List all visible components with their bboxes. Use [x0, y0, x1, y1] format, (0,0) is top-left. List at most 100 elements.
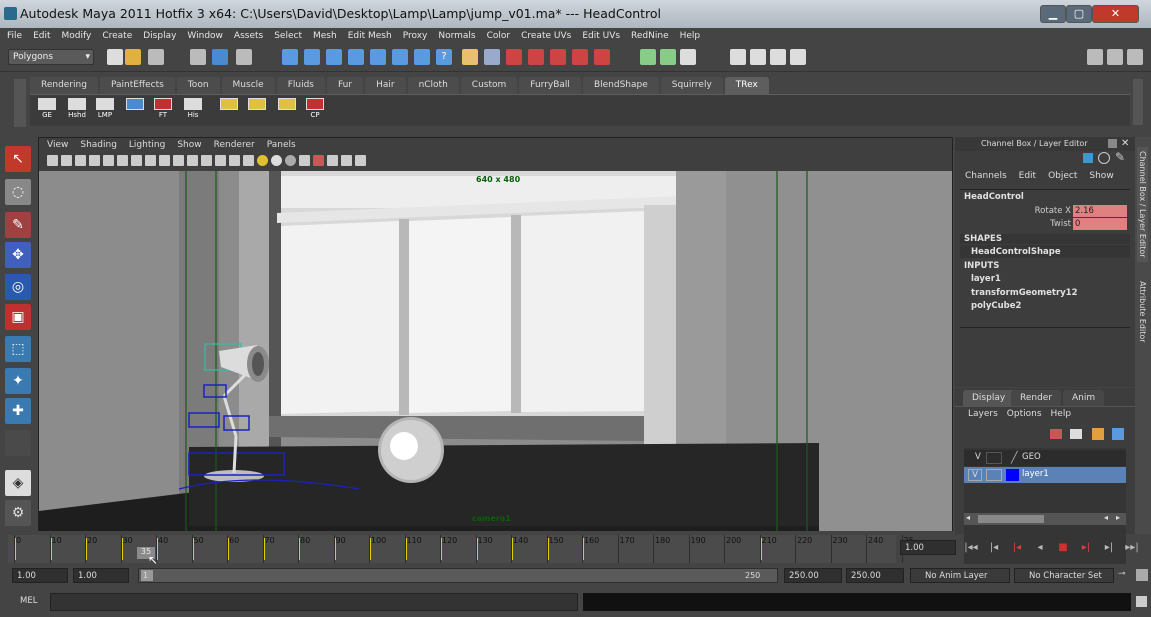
wireframe-on-shaded-icon[interactable]: [229, 155, 240, 166]
scroll-left-icon[interactable]: ◂: [966, 513, 970, 522]
new-layer-icon[interactable]: [1050, 429, 1062, 439]
layer-visibility-toggle[interactable]: V: [968, 469, 982, 481]
menu-modify[interactable]: Modify: [62, 28, 92, 44]
menu-rednine[interactable]: RedNine: [631, 28, 669, 44]
ipr-render-icon[interactable]: [528, 49, 544, 65]
menu-assets[interactable]: Assets: [234, 28, 263, 44]
snap-surface-icon[interactable]: [370, 49, 386, 65]
channel-menu-edit[interactable]: Edit: [1019, 171, 1036, 181]
playback-end-field[interactable]: 250.00: [784, 568, 842, 583]
tool-settings-icon[interactable]: [680, 49, 696, 65]
shelf-button-tool-8[interactable]: [274, 98, 300, 124]
viewport-scene[interactable]: 640 x 480 camera1: [39, 171, 952, 531]
shelf-button-tool-3[interactable]: [122, 98, 148, 124]
shelf-tab-ncloth[interactable]: nCloth: [407, 77, 459, 94]
menu-display[interactable]: Display: [143, 28, 176, 44]
attribute-value-field[interactable]: 2.16: [1073, 205, 1127, 217]
step-forward-key-icon[interactable]: ▸|: [1078, 540, 1094, 556]
wireframe-icon[interactable]: [201, 155, 212, 166]
layer-options-icon[interactable]: [1112, 428, 1124, 440]
image-plane-icon[interactable]: [89, 155, 100, 166]
shelf-button-hshd[interactable]: Hshd: [64, 98, 90, 124]
shadows-icon[interactable]: [271, 155, 282, 166]
snap-plane-icon[interactable]: [348, 49, 364, 65]
layer-menu-options[interactable]: Options: [1007, 409, 1042, 419]
show-tool-settings-icon[interactable]: [1107, 49, 1123, 65]
panel-icon[interactable]: [730, 49, 746, 65]
last-tool-icon[interactable]: ✚: [5, 398, 31, 424]
show-channel-box-icon[interactable]: [1127, 49, 1143, 65]
select-tool-icon[interactable]: ↖: [5, 146, 31, 172]
panel-menu-shading[interactable]: Shading: [80, 138, 117, 152]
render-globals-icon[interactable]: [594, 49, 610, 65]
gate-mask-icon[interactable]: [145, 155, 156, 166]
shelf-tab-muscle[interactable]: Muscle: [221, 77, 275, 94]
step-back-key-icon[interactable]: |◂: [1009, 540, 1025, 556]
step-back-icon[interactable]: |◂: [986, 540, 1002, 556]
safe-title-icon[interactable]: [187, 155, 198, 166]
shape-item[interactable]: HeadControlShape: [971, 247, 1061, 257]
layer-playback-toggle[interactable]: [986, 469, 1002, 481]
scale-tool-icon[interactable]: ▣: [5, 304, 31, 330]
shelf-button-cp[interactable]: CP: [302, 98, 328, 124]
select-object-icon[interactable]: [212, 49, 228, 65]
render-current-frame-icon[interactable]: [462, 49, 478, 65]
manipulator-tool-icon[interactable]: ⬚: [5, 336, 31, 362]
layer-menu-layers[interactable]: Layers: [968, 409, 998, 419]
anim-layer-dropdown[interactable]: No Anim Layer: [910, 568, 1010, 583]
textured-icon[interactable]: [243, 155, 254, 166]
input-item[interactable]: layer1: [971, 274, 1001, 284]
camera-attributes-icon[interactable]: [61, 155, 72, 166]
layer-name[interactable]: layer1: [1022, 469, 1049, 479]
new-empty-layer-icon[interactable]: [1070, 429, 1082, 439]
tab-display[interactable]: Display: [963, 390, 1015, 406]
shelf-button-ft[interactable]: FT: [150, 98, 176, 124]
high-quality-icon[interactable]: [285, 155, 296, 166]
shelf-tab-toon[interactable]: Toon: [176, 77, 220, 94]
render-settings-icon[interactable]: [484, 49, 500, 65]
rotate-tool-icon[interactable]: ◎: [5, 274, 31, 300]
input-line-icon[interactable]: [640, 49, 656, 65]
shelf-tab-hair[interactable]: Hair: [365, 77, 406, 94]
share-icon[interactable]: [355, 155, 366, 166]
tab-render[interactable]: Render: [1011, 390, 1062, 406]
help-icon[interactable]: ?: [436, 49, 452, 65]
side-tab-channel-box[interactable]: Channel Box / Layer Editor: [1137, 147, 1148, 262]
float-panel-icon[interactable]: [1108, 139, 1117, 148]
paint-select-tool-icon[interactable]: ✎: [5, 212, 31, 238]
shelf-button-tool-7[interactable]: [244, 98, 270, 124]
step-forward-icon[interactable]: ▸|: [1101, 540, 1117, 556]
channel-menu-show[interactable]: Show: [1089, 171, 1113, 181]
shelf-options-icon[interactable]: [14, 79, 26, 127]
side-tab-attribute-editor[interactable]: Attribute Editor: [1137, 277, 1148, 347]
layer-row-layer1[interactable]: V layer1: [964, 467, 1126, 483]
layer-playback-toggle[interactable]: [986, 452, 1002, 464]
panel-menu-show[interactable]: Show: [177, 138, 201, 152]
minimize-button[interactable]: ▁: [1040, 5, 1066, 23]
panel-menu-renderer[interactable]: Renderer: [214, 138, 255, 152]
attribute-row[interactable]: Rotate X 2.16: [955, 205, 1135, 218]
layer-visibility-toggle[interactable]: V: [975, 452, 981, 462]
history-icon[interactable]: [392, 49, 408, 65]
move-tool-icon[interactable]: ✥: [5, 242, 31, 268]
graph-icon[interactable]: [790, 49, 806, 65]
script-editor-icon[interactable]: [1136, 596, 1147, 607]
safe-action-icon[interactable]: [173, 155, 184, 166]
current-frame-field[interactable]: 1.00: [900, 540, 956, 555]
time-slider[interactable]: 0 10 20 30 40 50 60 70 80 90 100 110 120 130 140 150 160…: [8, 535, 914, 563]
menu-color[interactable]: Color: [487, 28, 511, 44]
scroll-right-icon[interactable]: ◂: [1104, 513, 1108, 522]
menu-create-uvs[interactable]: Create UVs: [521, 28, 571, 44]
channel-menu-channels[interactable]: Channels: [965, 171, 1007, 181]
resolution-gate-icon[interactable]: [131, 155, 142, 166]
shelf-tab-painteffects[interactable]: PaintEffects: [99, 77, 175, 94]
outliner-icon[interactable]: [770, 49, 786, 65]
xray-icon[interactable]: [299, 155, 310, 166]
attribute-editor-icon[interactable]: [1098, 152, 1110, 164]
panel-menu-lighting[interactable]: Lighting: [129, 138, 165, 152]
play-backwards-icon[interactable]: ◂: [1032, 540, 1048, 556]
snap-curve-icon[interactable]: [304, 49, 320, 65]
menu-proxy[interactable]: Proxy: [403, 28, 428, 44]
menu-file[interactable]: File: [7, 28, 22, 44]
shelf-tab-furryball[interactable]: FurryBall: [519, 77, 581, 94]
